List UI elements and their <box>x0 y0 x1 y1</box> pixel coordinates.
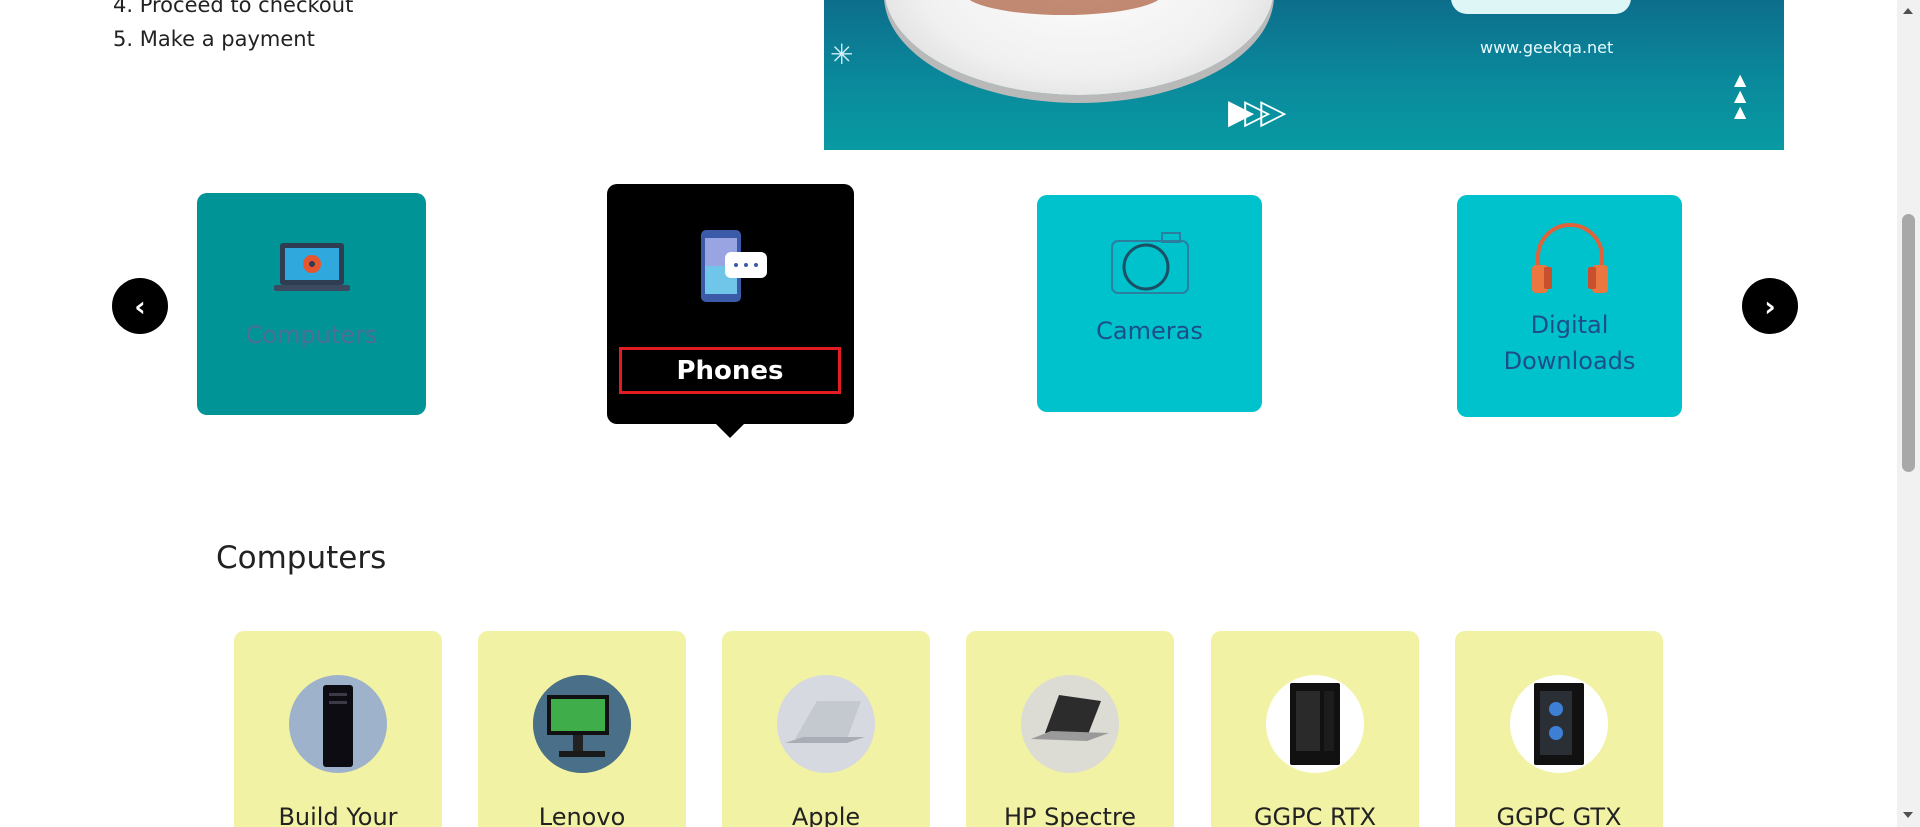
category-phones[interactable]: Phones <box>607 184 854 438</box>
category-label-selected: Phones <box>619 347 841 394</box>
checkout-steps: 4. Proceed to checkout 5. Make a payment <box>113 0 353 56</box>
sparkle-icon: ✳ <box>830 38 854 71</box>
smartphone-icon <box>700 230 767 302</box>
scroll-up-arrow-icon[interactable] <box>1903 8 1913 14</box>
all-in-one-pc-icon <box>533 675 631 773</box>
page-scrollbar[interactable] <box>1897 0 1920 827</box>
product-card[interactable]: Build Your <box>234 631 442 827</box>
category-label-line: Digital <box>1530 311 1609 339</box>
product-name: Apple <box>791 803 861 827</box>
product-name: GGPC GTX <box>1496 803 1622 827</box>
product-card[interactable]: Lenovo <box>478 631 686 827</box>
product-image <box>533 675 631 773</box>
category-computers[interactable]: Computers <box>197 193 426 415</box>
scroll-down-arrow-icon[interactable] <box>1903 812 1913 818</box>
scrollbar-thumb[interactable] <box>1902 214 1915 472</box>
carousel-next-button[interactable]: › <box>1742 278 1798 334</box>
carousel-prev-button[interactable]: ‹ <box>112 278 168 334</box>
headphones-icon <box>1531 223 1608 293</box>
category-label: Computers <box>245 321 378 349</box>
category-cameras[interactable]: Cameras <box>1037 195 1262 412</box>
product-image <box>289 675 387 773</box>
section-title: Computers <box>216 540 387 576</box>
product-image <box>1510 675 1608 773</box>
product-card[interactable]: GGPC GTX <box>1455 631 1663 827</box>
category-label: Digital Downloads <box>1504 307 1636 379</box>
pc-tower-icon <box>323 685 353 767</box>
up-triangles-icon: ▲ ▲ ▲ <box>1734 70 1747 121</box>
product-image <box>777 675 875 773</box>
category-label: Cameras <box>1096 317 1203 345</box>
shop-now-button[interactable] <box>1451 0 1631 14</box>
product-name: HP Spectre <box>1003 803 1137 827</box>
step-proceed-checkout: 4. Proceed to checkout <box>113 0 354 17</box>
product-card[interactable]: HP Spectre <box>966 631 1174 827</box>
product-name: Lenovo <box>538 803 626 827</box>
camera-icon <box>1110 232 1189 294</box>
category-label-line: Downloads <box>1503 347 1636 375</box>
product-name: GGPC RTX <box>1253 803 1377 827</box>
promo-banner[interactable]: www.geekqa.net ✳ ▶▷▷ ▲ ▲ ▲ <box>824 0 1784 150</box>
laptop-image-icon <box>1031 695 1109 741</box>
laptop-icon <box>273 243 350 291</box>
play-arrows-icon: ▶▷▷ <box>1228 92 1287 132</box>
product-image <box>1266 675 1364 773</box>
product-name: Build Your <box>278 803 398 827</box>
laptop-image-icon <box>785 701 865 743</box>
product-card[interactable]: GGPC RTX <box>1211 631 1419 827</box>
step-make-payment: 5. Make a payment <box>113 27 315 51</box>
product-image <box>1021 675 1119 773</box>
gaming-pc-icon <box>1534 683 1584 765</box>
product-card[interactable]: Apple <box>722 631 930 827</box>
gaming-pc-icon <box>1290 683 1340 765</box>
category-digital-downloads[interactable]: Digital Downloads <box>1457 195 1682 417</box>
banner-url: www.geekqa.net <box>1480 38 1614 57</box>
